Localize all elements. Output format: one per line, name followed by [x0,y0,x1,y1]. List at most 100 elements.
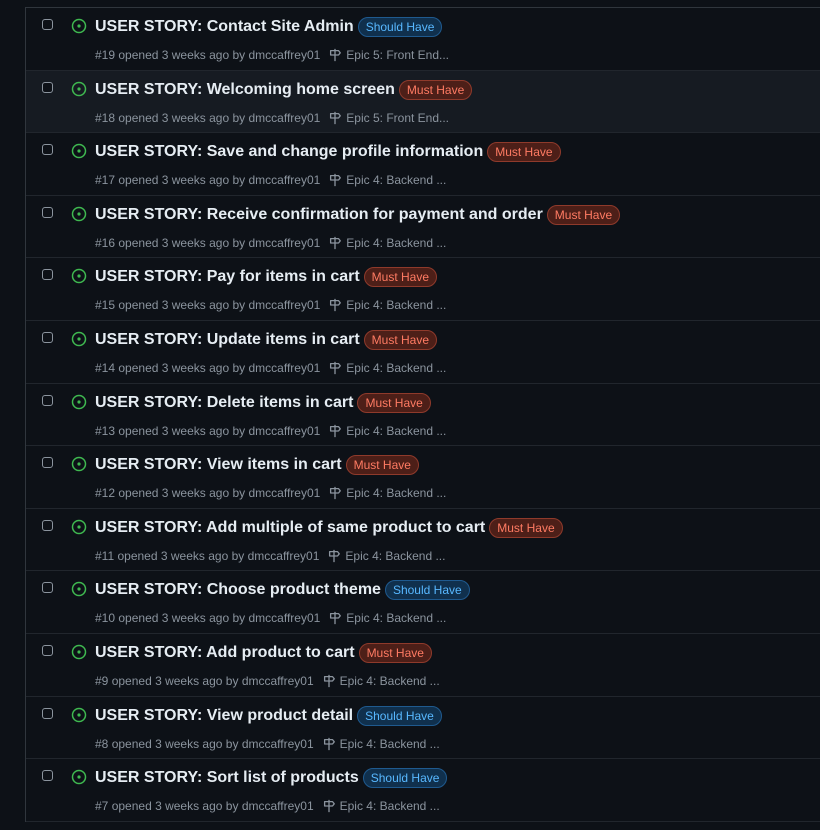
issue-title-link[interactable]: USER STORY: Update items in cart [95,330,360,350]
issue-author-link[interactable]: dmccaffrey01 [242,736,314,752]
milestone-icon [323,737,335,750]
issue-row[interactable]: USER STORY: Welcoming home screen Must H… [26,70,820,134]
label-must-have[interactable]: Must Have [363,329,438,350]
issue-title-link[interactable]: USER STORY: Welcoming home screen [95,80,395,100]
label-should-have[interactable]: Should Have [362,768,448,789]
label-should-have[interactable]: Should Have [384,580,470,601]
issue-title-link[interactable]: USER STORY: Receive confirmation for pay… [95,205,543,225]
issue-author-link[interactable]: dmccaffrey01 [248,485,320,501]
issue-author-link[interactable]: dmccaffrey01 [248,297,320,313]
milestone-link[interactable]: Epic 5: Front End... [328,110,449,126]
issue-opened-text: opened 3 weeks ago by [111,673,239,688]
milestone-link[interactable]: Epic 4: Backend ... [328,485,446,501]
milestone-link[interactable]: Epic 4: Backend ... [328,360,446,376]
label-must-have[interactable]: Must Have [363,267,438,288]
issue-title-link[interactable]: USER STORY: Contact Site Admin [95,17,354,37]
issue-row[interactable]: USER STORY: Receive confirmation for pay… [26,196,820,259]
issue-row[interactable]: USER STORY: View product detail Should H… [26,697,820,760]
issue-title-link[interactable]: USER STORY: View product detail [95,706,353,726]
label-must-have[interactable]: Must Have [489,517,563,538]
issue-title-link[interactable]: USER STORY: Sort list of products [95,768,359,788]
issue-checkbox[interactable] [42,582,53,594]
issue-number: #11 [95,548,115,563]
label-should-have[interactable]: Should Have [357,705,442,726]
issue-checkbox[interactable] [42,519,53,531]
issue-title-link[interactable]: USER STORY: View items in cart [95,455,342,475]
milestone-text: Epic 4: Backend ... [339,673,440,688]
issue-author-link[interactable]: dmccaffrey01 [248,235,320,251]
issue-checkbox[interactable] [42,707,53,719]
issue-checkbox[interactable] [42,144,53,156]
milestone-link[interactable]: Epic 5: Front End... [328,47,449,63]
milestone-link[interactable]: Epic 4: Backend ... [327,548,445,564]
issue-author-link[interactable]: dmccaffrey01 [248,423,320,439]
milestone-link[interactable]: Epic 4: Backend ... [328,297,446,313]
label-must-have[interactable]: Must Have [358,642,432,663]
issue-title-link[interactable]: USER STORY: Save and change profile info… [95,142,483,162]
issue-opened-icon [71,769,87,785]
issue-title-link[interactable]: USER STORY: Add product to cart [95,643,355,663]
issue-row[interactable]: USER STORY: Save and change profile info… [26,133,820,196]
milestone-icon [330,236,342,249]
issue-number: #18 [95,110,116,125]
issue-checkbox[interactable] [42,206,53,218]
issue-number: #12 [95,486,116,501]
label-must-have[interactable]: Must Have [487,142,561,163]
issue-author-link[interactable]: dmccaffrey01 [248,360,320,376]
milestone-link[interactable]: Epic 4: Backend ... [322,736,440,752]
issue-author-link[interactable]: dmccaffrey01 [242,798,314,814]
issue-row[interactable]: USER STORY: Pay for items in cart Must H… [26,258,820,321]
issue-checkbox[interactable] [42,644,53,656]
milestone-link[interactable]: Epic 4: Backend ... [328,423,446,439]
issue-checkbox[interactable] [42,269,53,281]
milestone-icon [330,48,342,62]
issue-row[interactable]: USER STORY: Contact Site Admin Should Ha… [26,8,820,71]
issue-author-link[interactable]: dmccaffrey01 [248,610,320,626]
milestone-link[interactable]: Epic 4: Backend ... [328,172,446,188]
issue-author-link[interactable]: dmccaffrey01 [242,673,314,689]
issue-author-link[interactable]: dmccaffrey01 [248,172,320,188]
issue-opened-icon [71,394,87,410]
issue-opened-text: opened 3 weeks ago by [111,736,239,751]
issue-author-link[interactable]: dmccaffrey01 [248,47,320,63]
issue-author-link[interactable]: dmccaffrey01 [248,110,320,126]
issue-checkbox[interactable] [42,394,53,406]
milestone-icon [329,549,341,562]
issue-checkbox[interactable] [42,19,53,30]
issue-author-link[interactable]: dmccaffrey01 [248,548,320,564]
label-must-have[interactable]: Must Have [546,204,621,225]
issue-checkbox[interactable] [42,331,53,343]
issue-checkbox[interactable] [42,457,53,469]
issue-row[interactable]: USER STORY: Update items in cart Must Ha… [26,321,820,384]
issue-row[interactable]: USER STORY: Sort list of products Should… [26,759,820,822]
milestone-link[interactable]: Epic 4: Backend ... [328,610,446,626]
issue-row[interactable]: USER STORY: Delete items in cart Must Ha… [26,384,820,447]
milestone-icon [330,361,342,375]
issue-row[interactable]: USER STORY: Add multiple of same product… [26,509,820,572]
issue-number: #17 [95,173,116,188]
label-must-have[interactable]: Must Have [398,79,473,100]
issue-number: #10 [95,611,116,626]
milestone-link[interactable]: Epic 4: Backend ... [322,673,440,689]
milestone-text: Epic 4: Backend ... [346,486,447,501]
issue-row[interactable]: USER STORY: Choose product theme Should … [26,571,820,634]
milestone-link[interactable]: Epic 4: Backend ... [322,798,440,814]
issue-row[interactable]: USER STORY: View items in cart Must Have… [26,446,820,509]
issue-row[interactable]: USER STORY: Add product to cart Must Hav… [26,634,820,697]
issue-number: #14 [95,360,116,375]
milestone-link[interactable]: Epic 4: Backend ... [328,235,446,251]
issue-checkbox[interactable] [42,81,53,93]
issue-title-link[interactable]: USER STORY: Add multiple of same product… [95,518,485,538]
issue-title-link[interactable]: USER STORY: Pay for items in cart [95,267,360,287]
issue-opened-icon [71,18,87,34]
issue-title-link[interactable]: USER STORY: Delete items in cart [95,393,353,413]
milestone-text: Epic 4: Backend ... [346,423,447,438]
issue-opened-icon [71,456,87,472]
issue-checkbox[interactable] [42,770,53,782]
label-must-have[interactable]: Must Have [357,392,431,413]
label-must-have[interactable]: Must Have [345,455,419,476]
issue-opened-icon [71,707,87,723]
issue-opened-icon [71,644,87,660]
issue-title-link[interactable]: USER STORY: Choose product theme [95,580,381,600]
label-should-have[interactable]: Should Have [357,17,443,37]
